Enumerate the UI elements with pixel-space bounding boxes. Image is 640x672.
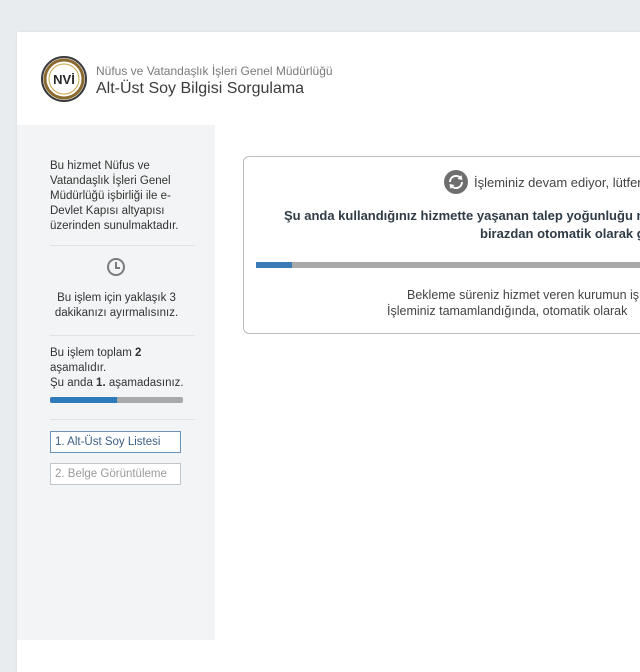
divider — [50, 335, 195, 336]
service-info-line: üzerinden sunulmaktadır. — [50, 220, 179, 232]
org-name: Nüfus ve Vatandaşlık İşleri Genel Müdürl… — [96, 64, 333, 78]
time-estimate-line: Bu işlem için yaklaşık 3 — [57, 292, 176, 304]
service-info-line: Bu hizmet Nüfus ve — [50, 160, 150, 172]
stage-total-value: 2 — [135, 347, 142, 359]
step-1-alt-ust-soy-listesi[interactable]: 1. Alt-Üst Soy Listesi — [50, 431, 181, 453]
nvi-logo-icon: NVİ — [43, 58, 85, 100]
demand-notice-line: birazdan otomatik olarak g — [480, 226, 640, 241]
stage-progress-bar — [50, 397, 183, 403]
stage-progress-fill — [50, 397, 117, 403]
stage-current-prefix: Şu anda — [50, 377, 97, 389]
time-estimate-line: dakikanızı ayırmalısınız. — [54, 307, 179, 319]
wait-progress-bar — [256, 262, 640, 268]
wait-info-line: İşleminiz tamamlandığında, otomatik olar… — [387, 304, 628, 318]
logo-text: NVİ — [53, 72, 75, 87]
service-info-line: Vatandaşlık İşleri Genel — [50, 175, 171, 187]
stage-info: Bu işlem toplam 2 aşamalıdır. Şu anda 1.… — [50, 346, 200, 391]
stage-total-suffix: aşamalıdır. — [50, 362, 107, 374]
wait-info-line: Bekleme süreniz hizmet veren kurumun iş — [407, 288, 640, 302]
stage-total-prefix: Bu işlem toplam — [50, 347, 136, 359]
stage-current-suffix: aşamadasınız. — [105, 377, 184, 389]
service-info: Bu hizmet Nüfus ve Vatandaşlık İşleri Ge… — [50, 159, 200, 234]
stage-current-value: 1. — [96, 377, 106, 389]
wait-progress-fill — [256, 262, 292, 268]
demand-notice-line: Şu anda kullandığınız hizmette yaşanan t… — [284, 208, 640, 223]
divider — [50, 245, 195, 246]
service-info-line: Devlet Kapısı altyapısı — [50, 205, 165, 217]
divider — [50, 419, 195, 420]
page-header: NVİ Nüfus ve Vatandaşlık İşleri Genel Mü… — [17, 32, 640, 125]
clock-icon — [107, 258, 125, 276]
time-estimate: Bu işlem için yaklaşık 3 dakikanızı ayır… — [50, 291, 183, 321]
page-title: Alt-Üst Soy Bilgisi Sorgulama — [96, 80, 305, 97]
refresh-icon — [444, 170, 468, 194]
processing-status: İşleminiz devam ediyor, lütfen — [474, 175, 640, 190]
sidebar: Bu hizmet Nüfus ve Vatandaşlık İşleri Ge… — [17, 125, 215, 640]
nvi-logo: NVİ — [41, 56, 87, 102]
service-info-line: Müdürlüğü işbirliği ile e- — [50, 190, 171, 202]
step-2-belge-goruntuleme[interactable]: 2. Belge Görüntüleme — [50, 463, 181, 485]
